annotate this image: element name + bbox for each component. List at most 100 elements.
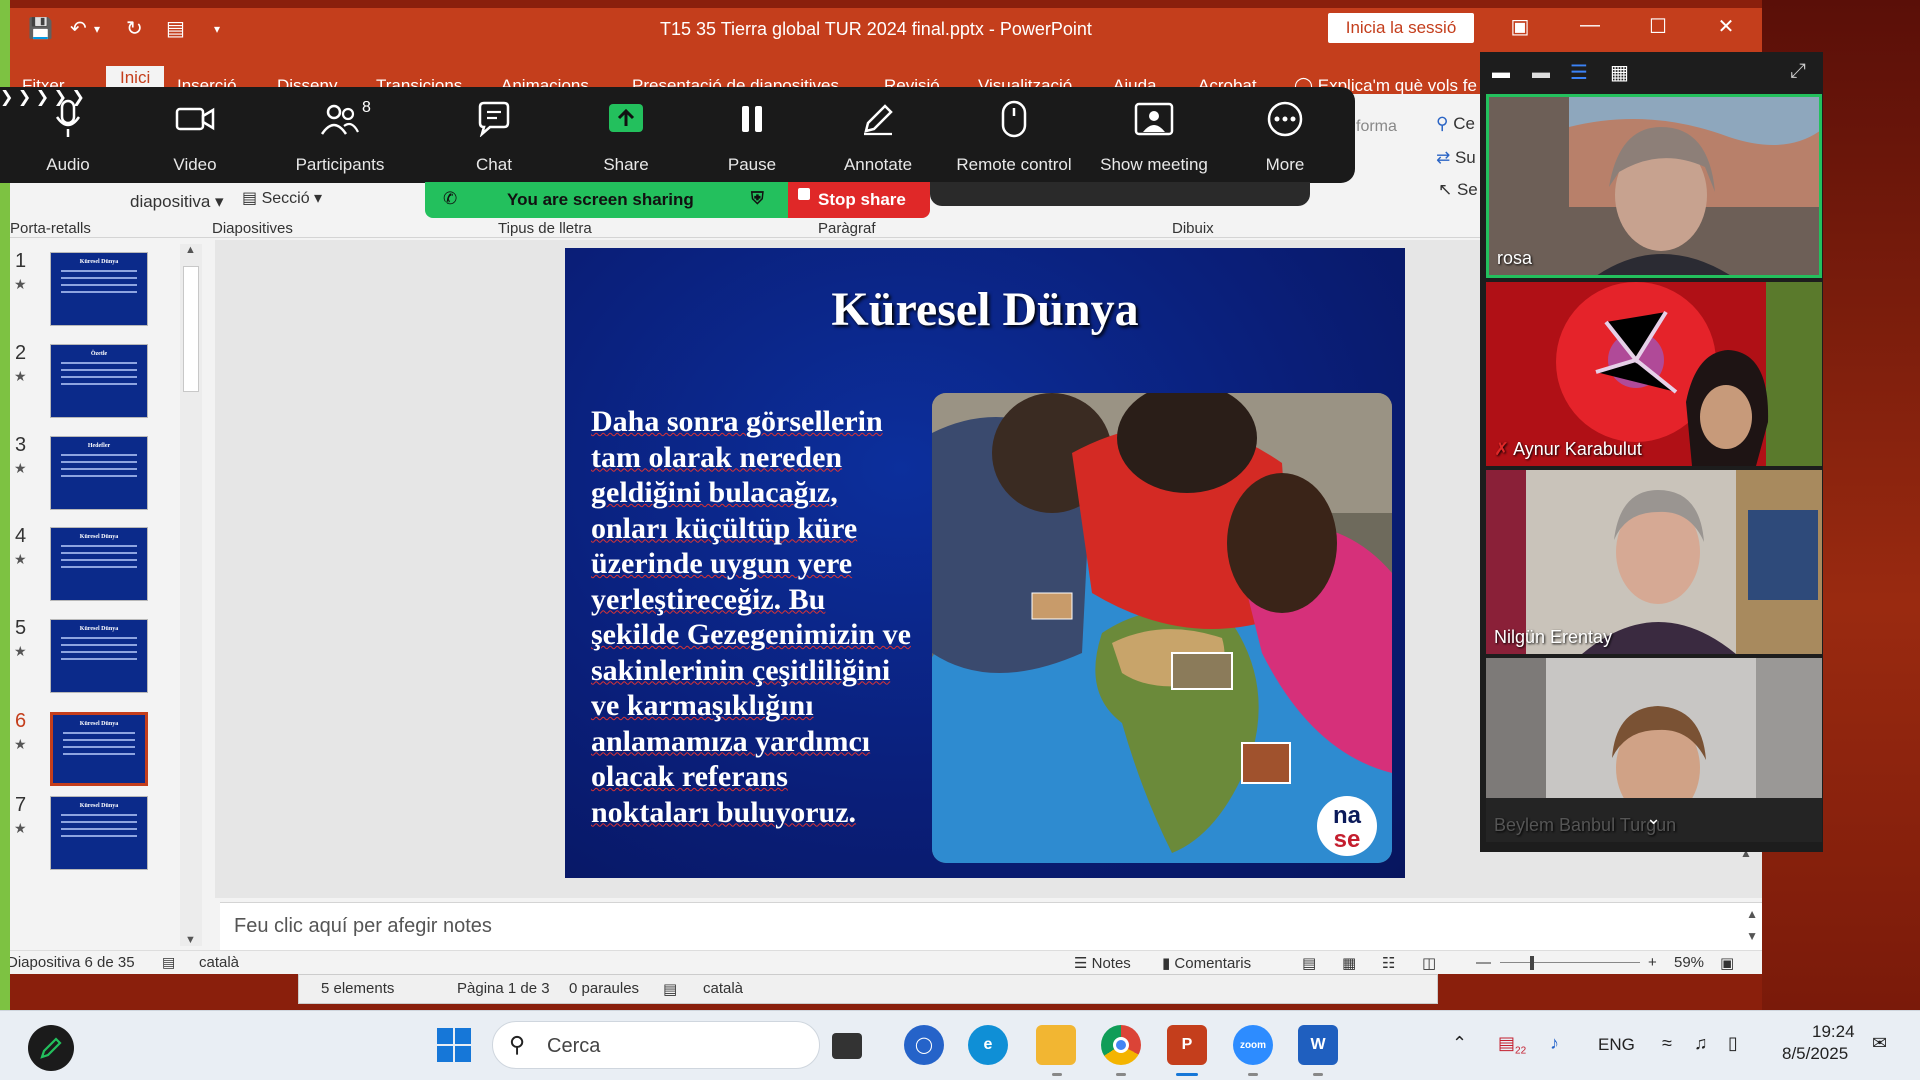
shield-app-icon[interactable]: ◯ [904,1025,944,1065]
slide-title[interactable]: Küresel Dünya [565,282,1405,337]
show-hidden-icons-icon[interactable]: ⌃ [1452,1033,1467,1054]
minimize-button[interactable]: — [1570,14,1610,37]
audio-button[interactable]: Audio [8,97,128,175]
zoom-in-button[interactable]: + [1648,954,1657,971]
scroll-down-chevron-icon[interactable]: ⌄ [1646,808,1661,829]
clock-date[interactable]: 8/5/2025 [1782,1044,1848,1064]
maximize-button[interactable]: ☐ [1638,14,1678,39]
participant-tile-nilgun[interactable]: Nilgün Erentay [1486,470,1822,654]
powerpoint-taskbar-icon[interactable]: P [1167,1025,1207,1065]
participants-button[interactable]: Participants [280,97,400,175]
thumbnail-text-line [61,835,137,837]
present-from-start-icon[interactable]: ▤ [166,16,185,41]
current-slide[interactable]: Küresel Dünya Daha sonra görsellerin tam… [565,248,1405,878]
customize-qat-icon[interactable]: ▾ [214,22,220,36]
language-status[interactable]: català [199,954,239,971]
find-button[interactable]: ⚲ Ce [1436,114,1475,134]
slide-body-text[interactable]: Daha sonra görsellerin tam olarak nerede… [591,404,911,830]
notes-scroll-up-icon[interactable]: ▲ [1746,907,1758,921]
battery-icon[interactable]: ▯ [1728,1033,1738,1054]
scroll-down-icon[interactable]: ▼ [185,934,196,946]
grid-view-icon[interactable]: ▦ [1610,60,1629,85]
globe-photo[interactable] [932,393,1392,863]
drag-handle-icon[interactable]: ✆ [443,189,457,209]
microphone-tray-icon[interactable]: ♪ [1550,1033,1559,1054]
pause-share-button[interactable]: Pause [692,97,812,175]
notes-pane[interactable]: Feu clic aquí per afegir notes ▲ ▼ [220,902,1762,950]
more-button[interactable]: More [1225,97,1345,175]
input-language[interactable]: ENG [1598,1035,1635,1055]
expand-icon[interactable]: ⤢ [1790,60,1806,83]
save-icon[interactable]: 💾 [28,16,53,41]
notes-scroll-down-icon[interactable]: ▼ [1746,929,1758,943]
annotation-pen-button[interactable] [28,1025,74,1071]
word-taskbar-icon[interactable]: W [1298,1025,1338,1065]
chat-button[interactable]: Chat [434,97,554,175]
calendar-app-icon[interactable]: ▤22 [1498,1033,1526,1057]
replace-button[interactable]: ⇄ Su [1436,148,1476,168]
redo-icon[interactable]: ↻ [126,16,143,41]
share-button[interactable]: Share [566,97,686,175]
minimize-gallery-icon[interactable]: ▬ [1492,62,1510,83]
zoom-out-button[interactable]: — [1476,954,1491,971]
notes-toggle[interactable]: ☰ Notes [1074,954,1131,972]
wifi-icon[interactable]: ≈ [1662,1033,1672,1054]
comments-toggle[interactable]: ▮ Comentaris [1162,954,1251,972]
slide-sorter-icon[interactable]: ▦ [1342,954,1356,972]
thumbnail-title: Küresel Dünya [79,534,119,540]
section-dropdown[interactable]: ▤ Secció ▾ [242,188,322,208]
taskbar-search[interactable]: ⚲ Cerca [492,1021,820,1069]
animation-star-icon: ★ [14,643,27,659]
slide-thumbnail[interactable]: Küresel Dünya [50,252,148,326]
task-view-icon[interactable] [832,1033,862,1059]
zoom-level[interactable]: 59% [1674,954,1704,971]
select-button[interactable]: ↖ Se [1438,180,1478,200]
screen-sharing-banner[interactable]: ✆ You are screen sharing ⛨ [425,182,789,218]
slideshow-icon[interactable]: ◫ [1422,954,1436,972]
slide-thumbnail[interactable]: Hedefler [50,436,148,510]
slide-thumbnail[interactable]: Küresel Dünya [50,796,148,870]
clock-time[interactable]: 19:24 [1812,1022,1855,1042]
participant-tile-rosa[interactable]: rosa [1486,94,1822,278]
slide-thumbnail[interactable]: Küresel Dünya [50,712,148,786]
chrome-icon[interactable] [1101,1025,1141,1065]
undo-dropdown-icon[interactable]: ▾ [94,22,100,36]
thumbnails-scrollbar[interactable]: ▲ ▼ [180,244,202,946]
ribbon-display-icon[interactable]: ▣ [1500,14,1540,39]
speaker-view-icon[interactable]: ▬ [1532,62,1550,83]
reading-view-icon[interactable]: ☷ [1382,954,1395,972]
participant-tile-beylem[interactable]: Beylem Banbul Turgun ⌄ [1486,658,1822,842]
zoom-slider-track[interactable] [1500,962,1640,963]
slide-thumbnail[interactable]: Özetle [50,344,148,418]
close-button[interactable]: ✕ [1706,14,1746,39]
annotate-button[interactable]: Annotate [818,97,938,175]
edge-icon[interactable]: e [968,1025,1008,1065]
participant-tile-aynur[interactable]: ✗ Aynur Karabulut [1486,282,1822,466]
scroll-up-icon[interactable]: ▲ [185,244,196,256]
stop-share-button[interactable]: Stop share [788,182,930,218]
strip-view-icon[interactable]: ☰ [1570,60,1588,85]
accessibility-icon[interactable]: ▤ [162,954,175,971]
sign-in-button[interactable]: Inicia la sessió [1328,13,1474,43]
new-slide-dropdown[interactable]: diapositiva ▾ [130,192,224,212]
notifications-icon[interactable]: ✉ [1872,1033,1887,1054]
slide-thumbnail[interactable]: Küresel Dünya [50,619,148,693]
animation-star-icon: ★ [14,820,27,836]
undo-icon[interactable]: ↶ [70,16,87,41]
video-button[interactable]: Video [135,97,255,175]
volume-icon[interactable]: ♫ [1694,1033,1708,1054]
thumbnail-number: 6 [15,710,27,732]
normal-view-icon[interactable]: ▤ [1302,954,1316,972]
show-meeting-button[interactable]: Show meeting [1084,97,1224,175]
fit-slide-icon[interactable]: ▣ [1720,954,1734,972]
zoom-taskbar-icon[interactable]: zoom [1233,1025,1273,1065]
zoom-video-gallery: ▬ ▬ ☰ ▦ ⤢ rosa ✗ Aynur Karabulut Nilgün … [1480,52,1823,852]
scroll-thumb[interactable] [183,266,199,392]
slide-thumbnail[interactable]: Küresel Dünya [50,527,148,601]
start-button[interactable] [436,1027,472,1068]
remote-control-button[interactable]: Remote control [944,97,1084,175]
file-explorer-icon[interactable] [1036,1025,1076,1065]
zoom-slider-thumb[interactable] [1530,956,1534,970]
shape-format-label[interactable]: forma [1356,118,1397,136]
shield-icon[interactable]: ⛨ [751,189,764,209]
